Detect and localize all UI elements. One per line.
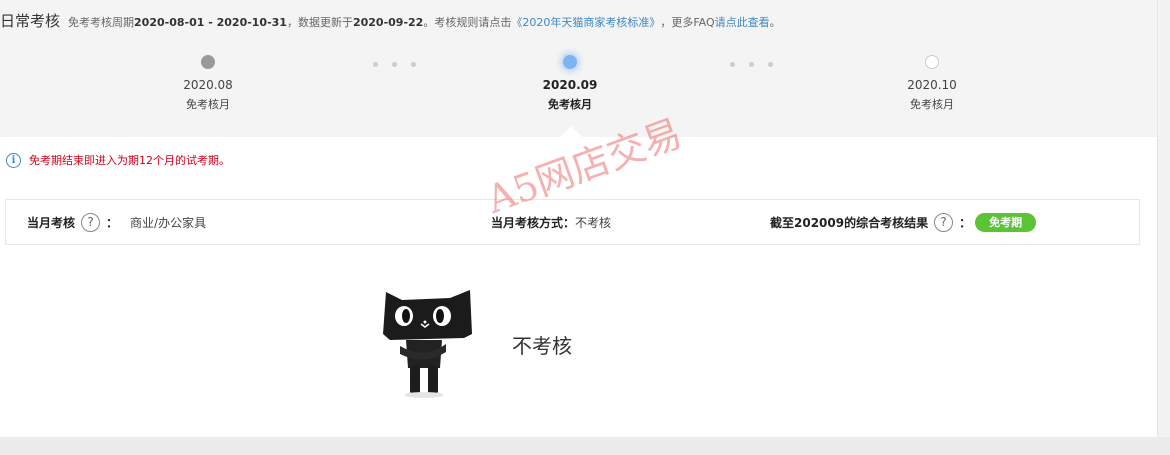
update-date: 2020-09-22 xyxy=(352,16,424,29)
page-title: 日常考核 xyxy=(0,12,61,30)
page-header: 日常考核 免考考核周期2020-08-01 - 2020-10-31，数据更新于… xyxy=(0,12,781,30)
notice-message: i 免考期结束即进入为期12个月的试考期。 xyxy=(6,152,230,168)
overall-result-label: 截至202009的综合考核结果 xyxy=(770,215,929,230)
help-icon[interactable]: ? xyxy=(934,212,954,232)
assessment-method-label: 当月考核方式： xyxy=(491,215,576,230)
empty-state-text: 不考核 xyxy=(512,334,572,358)
timeline-dot-future xyxy=(925,55,939,69)
assessment-summary-bar: 当月考核 ? ： 商业/办公家具 当月考核方式： 不考核 截至202009的综合… xyxy=(5,199,1140,245)
assessment-method-cell: 当月考核方式： 不考核 xyxy=(491,200,611,244)
timeline-step-2020-09[interactable]: 2020.09 免考核月 xyxy=(510,55,630,112)
tmall-cat-mascot-icon xyxy=(383,290,472,398)
active-month-pointer xyxy=(560,126,582,137)
help-icon[interactable]: ? xyxy=(81,212,101,232)
monthly-assessment-cell: 当月考核 ? ： 商业/办公家具 xyxy=(27,200,206,244)
category-value: 商业/办公家具 xyxy=(130,215,207,230)
vertical-scrollbar[interactable] xyxy=(1157,0,1170,437)
footer-band xyxy=(0,437,1170,455)
rules-link[interactable]: 《2020年天猫商家考核标准》 xyxy=(511,14,660,30)
info-icon: i xyxy=(6,152,21,168)
overall-result-cell: 截至202009的综合考核结果 ? ： 免考期 xyxy=(770,200,1037,244)
assessment-period: 2020-08-01 - 2020-10-31 xyxy=(134,16,287,29)
faq-link[interactable]: 请点此查看 xyxy=(715,14,770,30)
timeline-dot-current xyxy=(563,55,577,69)
header-description: 免考考核周期2020-08-01 - 2020-10-31，数据更新于2020-… xyxy=(68,16,512,29)
timeline-separator xyxy=(373,62,416,67)
assessment-method-value: 不考核 xyxy=(575,215,612,230)
timeline-step-2020-08[interactable]: 2020.08 免考核月 xyxy=(148,55,268,112)
notice-text: 免考期结束即进入为期12个月的试考期。 xyxy=(29,154,230,167)
monthly-assessment-label: 当月考核 xyxy=(27,215,76,230)
timeline-dot-past xyxy=(201,55,215,69)
exempt-status-badge: 免考期 xyxy=(975,212,1037,232)
timeline-separator xyxy=(730,62,773,67)
timeline-step-2020-10[interactable]: 2020.10 免考核月 xyxy=(872,55,992,112)
month-timeline: 2020.08 免考核月 2020.09 免考核月 2020.10 免考核月 xyxy=(0,50,1157,137)
